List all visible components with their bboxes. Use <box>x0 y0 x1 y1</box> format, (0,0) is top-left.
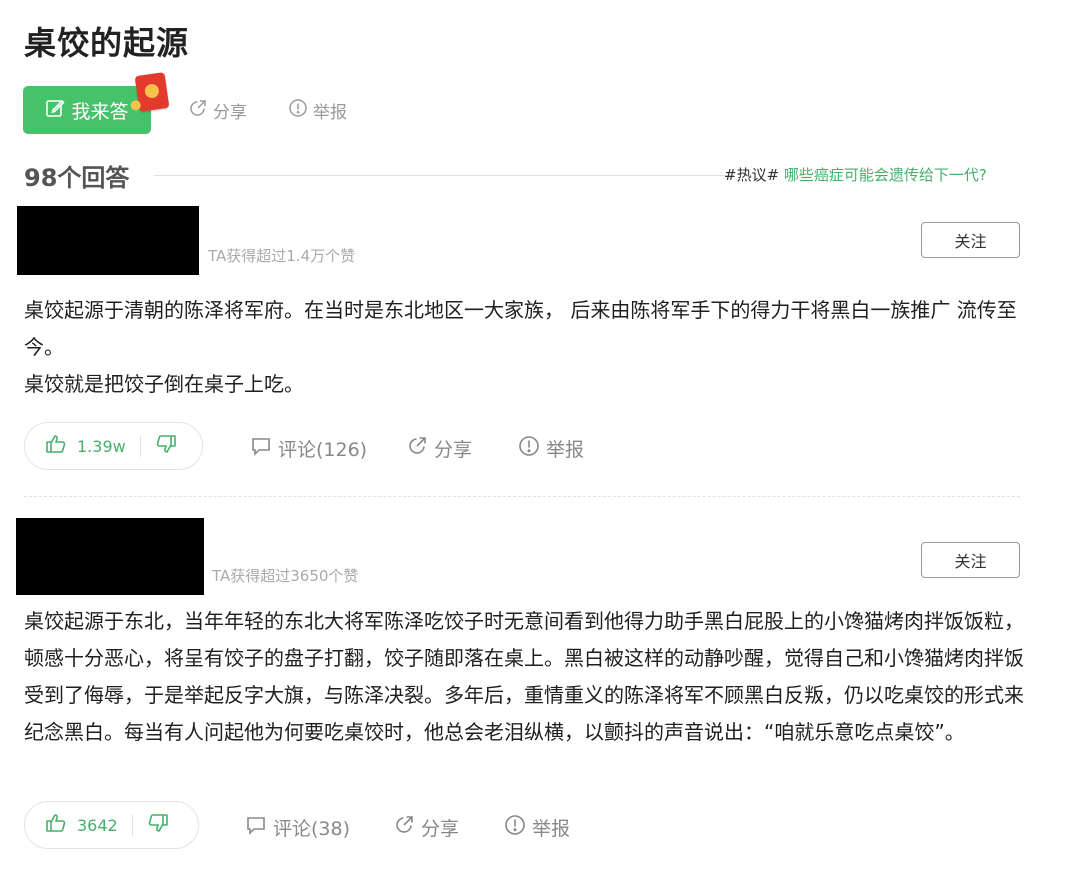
comment-label: 评论(38) <box>273 818 351 840</box>
vote-control: 3642 <box>24 801 199 849</box>
answer-divider <box>24 496 1020 497</box>
red-packet-icon[interactable] <box>130 72 170 112</box>
header-divider <box>154 175 734 176</box>
comment-label: 评论(126) <box>278 439 368 461</box>
like-count: 1.39w <box>77 436 126 456</box>
answer-praise-count: TA获得超过1.4万个赞 <box>208 247 356 265</box>
share-label: 分享 <box>421 818 460 840</box>
comment-icon <box>245 814 267 841</box>
question-share-button[interactable]: 分享 <box>188 98 247 123</box>
report-icon <box>504 814 526 841</box>
comment-icon <box>250 435 272 462</box>
answer-paragraph: 桌饺就是把饺子倒在桌子上吃。 <box>24 372 304 396</box>
vote-divider <box>139 435 141 457</box>
like-count: 3642 <box>77 815 118 835</box>
thumb-up-icon <box>45 812 67 838</box>
answer-paragraph: 桌饺起源于清朝的陈泽将军府。在当时是东北地区一大家族， 后来由陈将军手下的得力干… <box>24 298 1017 359</box>
report-button[interactable]: 举报 <box>504 814 570 841</box>
avatar[interactable] <box>16 518 204 595</box>
question-report-label: 举报 <box>313 103 347 123</box>
dislike-button[interactable] <box>147 812 169 838</box>
answers-header: 98个回答 #热议# 哪些癌症可能会遗传给下一代? <box>24 158 1014 192</box>
answer-content: 桌饺起源于东北，当年年轻的东北大将军陈泽吃饺子时无意间看到他得力助手黑白屁股上的… <box>24 603 1024 751</box>
answer-praise-count: TA获得超过3650个赞 <box>212 567 359 585</box>
thumb-down-icon <box>147 812 169 838</box>
question-share-label: 分享 <box>213 103 247 123</box>
follow-button[interactable]: 关注 <box>921 222 1020 258</box>
hot-tag: #热议# <box>724 166 780 184</box>
hot-topic-link[interactable]: 哪些癌症可能会遗传给下一代? <box>784 166 987 184</box>
answer-content: 桌饺起源于清朝的陈泽将军府。在当时是东北地区一大家族， 后来由陈将军手下的得力干… <box>24 292 1024 403</box>
share-button[interactable]: 分享 <box>393 814 459 841</box>
report-icon <box>288 98 308 123</box>
answer-paragraph: 桌饺起源于东北，当年年轻的东北大将军陈泽吃饺子时无意间看到他得力助手黑白屁股上的… <box>24 609 1024 744</box>
question-report-button[interactable]: 举报 <box>288 98 347 123</box>
report-icon <box>518 435 540 462</box>
report-label: 举报 <box>546 439 585 461</box>
comment-button[interactable]: 评论(126) <box>250 435 367 462</box>
vote-divider <box>131 814 133 836</box>
answer-button-label: 我来答 <box>71 100 129 123</box>
share-icon <box>393 814 415 841</box>
hot-topic: #热议# 哪些癌症可能会遗传给下一代? <box>724 164 987 185</box>
edit-icon <box>45 98 66 123</box>
comment-button[interactable]: 评论(38) <box>245 814 350 841</box>
answer-button[interactable]: 我来答 <box>23 86 151 134</box>
thumb-down-icon <box>155 433 177 459</box>
report-button[interactable]: 举报 <box>518 435 584 462</box>
like-button[interactable]: 3642 <box>25 802 118 848</box>
dislike-button[interactable] <box>155 433 177 459</box>
share-icon <box>188 98 208 123</box>
page-title: 桌饺的起源 <box>24 24 190 62</box>
share-label: 分享 <box>434 439 473 461</box>
share-button[interactable]: 分享 <box>406 435 472 462</box>
like-button[interactable]: 1.39w <box>25 423 126 469</box>
thumb-up-icon <box>45 433 67 459</box>
report-label: 举报 <box>532 818 571 840</box>
answer-count: 98个回答 <box>24 164 130 192</box>
share-icon <box>406 435 428 462</box>
avatar[interactable] <box>17 206 199 275</box>
vote-control: 1.39w <box>24 422 203 470</box>
follow-button[interactable]: 关注 <box>921 542 1020 578</box>
